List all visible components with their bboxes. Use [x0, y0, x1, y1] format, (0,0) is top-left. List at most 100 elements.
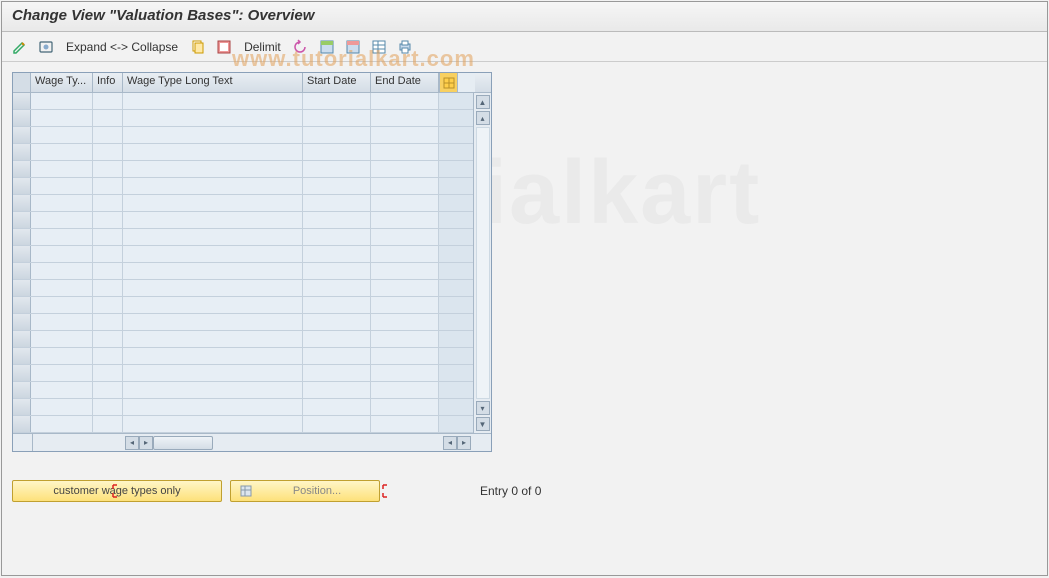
cell-info[interactable] [93, 382, 123, 398]
cell-end-date[interactable] [371, 416, 439, 432]
cell-end-date[interactable] [371, 331, 439, 347]
print-icon[interactable] [395, 37, 415, 57]
cell-start-date[interactable] [303, 178, 371, 194]
cell-wage-type[interactable] [31, 314, 93, 330]
vertical-scrollbar[interactable]: ▲ ▴ ▾ ▼ [473, 93, 491, 433]
cell-long-text[interactable] [123, 348, 303, 364]
cell-end-date[interactable] [371, 144, 439, 160]
row-selector[interactable] [13, 399, 31, 415]
cell-wage-type[interactable] [31, 348, 93, 364]
cell-end-date[interactable] [371, 263, 439, 279]
cell-end-date[interactable] [371, 280, 439, 296]
cell-end-date[interactable] [371, 178, 439, 194]
row-selector[interactable] [13, 382, 31, 398]
select-block-icon[interactable] [317, 37, 337, 57]
cell-long-text[interactable] [123, 246, 303, 262]
scroll-first-icon[interactable]: ◂ [125, 436, 139, 450]
other-view-icon[interactable] [36, 37, 56, 57]
cell-info[interactable] [93, 212, 123, 228]
cell-start-date[interactable] [303, 246, 371, 262]
cell-wage-type[interactable] [31, 416, 93, 432]
cell-start-date[interactable] [303, 331, 371, 347]
copy-icon[interactable] [188, 37, 208, 57]
cell-wage-type[interactable] [31, 365, 93, 381]
cell-info[interactable] [93, 314, 123, 330]
cell-wage-type[interactable] [31, 178, 93, 194]
table-settings-icon[interactable] [369, 37, 389, 57]
select-all-rows[interactable] [13, 73, 31, 92]
col-info[interactable]: Info [93, 73, 123, 92]
row-selector[interactable] [13, 365, 31, 381]
cell-wage-type[interactable] [31, 212, 93, 228]
scroll-right-icon[interactable]: ◂ [443, 436, 457, 450]
row-selector[interactable] [13, 195, 31, 211]
row-selector[interactable] [13, 144, 31, 160]
cell-end-date[interactable] [371, 297, 439, 313]
cell-long-text[interactable] [123, 212, 303, 228]
cell-end-date[interactable] [371, 161, 439, 177]
cell-info[interactable] [93, 195, 123, 211]
position-button[interactable]: Position... [230, 480, 380, 502]
cell-long-text[interactable] [123, 365, 303, 381]
cell-start-date[interactable] [303, 127, 371, 143]
change-icon[interactable] [10, 37, 30, 57]
cell-start-date[interactable] [303, 110, 371, 126]
cell-start-date[interactable] [303, 297, 371, 313]
cell-wage-type[interactable] [31, 246, 93, 262]
cell-info[interactable] [93, 263, 123, 279]
cell-long-text[interactable] [123, 161, 303, 177]
cell-info[interactable] [93, 399, 123, 415]
cell-start-date[interactable] [303, 93, 371, 109]
cell-wage-type[interactable] [31, 144, 93, 160]
row-selector[interactable] [13, 178, 31, 194]
cell-start-date[interactable] [303, 348, 371, 364]
expand-collapse-button[interactable]: Expand <-> Collapse [62, 40, 182, 54]
row-selector[interactable] [13, 161, 31, 177]
row-selector[interactable] [13, 229, 31, 245]
col-start-date[interactable]: Start Date [303, 73, 371, 92]
cell-wage-type[interactable] [31, 382, 93, 398]
cell-long-text[interactable] [123, 297, 303, 313]
cell-wage-type[interactable] [31, 229, 93, 245]
cell-start-date[interactable] [303, 212, 371, 228]
cell-start-date[interactable] [303, 416, 371, 432]
row-selector[interactable] [13, 110, 31, 126]
cell-info[interactable] [93, 331, 123, 347]
cell-long-text[interactable] [123, 144, 303, 160]
cell-info[interactable] [93, 246, 123, 262]
col-long-text[interactable]: Wage Type Long Text [123, 73, 303, 92]
cell-wage-type[interactable] [31, 161, 93, 177]
cell-long-text[interactable] [123, 331, 303, 347]
row-selector[interactable] [13, 263, 31, 279]
cell-start-date[interactable] [303, 263, 371, 279]
cell-end-date[interactable] [371, 382, 439, 398]
cell-start-date[interactable] [303, 365, 371, 381]
deselect-all-icon[interactable] [343, 37, 363, 57]
cell-wage-type[interactable] [31, 93, 93, 109]
cell-long-text[interactable] [123, 127, 303, 143]
cell-long-text[interactable] [123, 93, 303, 109]
col-wage-type[interactable]: Wage Ty... [31, 73, 93, 92]
cell-wage-type[interactable] [31, 331, 93, 347]
cell-end-date[interactable] [371, 365, 439, 381]
row-selector[interactable] [13, 127, 31, 143]
cell-info[interactable] [93, 93, 123, 109]
cell-start-date[interactable] [303, 314, 371, 330]
delimit-button[interactable]: Delimit [240, 40, 285, 54]
cell-info[interactable] [93, 144, 123, 160]
row-selector[interactable] [13, 314, 31, 330]
cell-end-date[interactable] [371, 348, 439, 364]
cell-info[interactable] [93, 365, 123, 381]
cell-long-text[interactable] [123, 229, 303, 245]
cell-end-date[interactable] [371, 229, 439, 245]
cell-info[interactable] [93, 280, 123, 296]
cell-info[interactable] [93, 110, 123, 126]
cell-end-date[interactable] [371, 314, 439, 330]
cell-wage-type[interactable] [31, 399, 93, 415]
cell-end-date[interactable] [371, 246, 439, 262]
cell-end-date[interactable] [371, 399, 439, 415]
cell-info[interactable] [93, 297, 123, 313]
row-selector[interactable] [13, 212, 31, 228]
cell-info[interactable] [93, 127, 123, 143]
cell-long-text[interactable] [123, 280, 303, 296]
